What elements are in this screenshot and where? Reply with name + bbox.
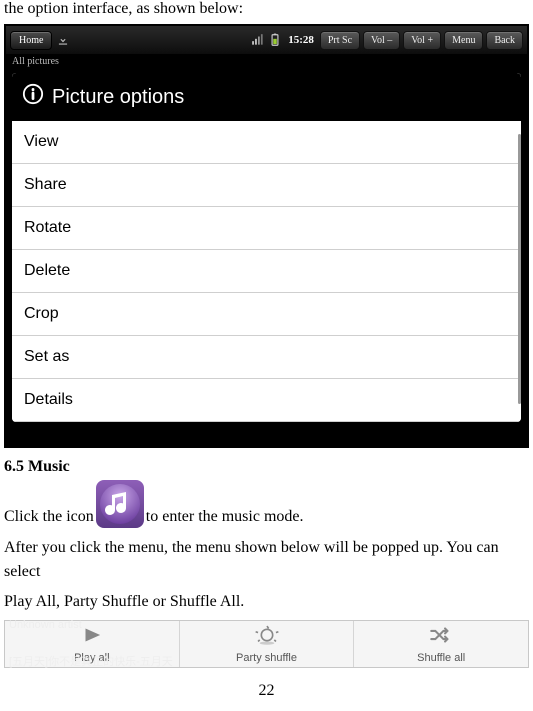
- music-app-icon: [96, 480, 144, 528]
- ghost-bg-text-bottom: [五月天]你不是真正的快乐-五月天: [9, 653, 173, 669]
- page-number: 22: [4, 682, 529, 700]
- dialog-option-list: View Share Rotate Delete Crop Set as Det…: [12, 121, 521, 422]
- music-instruction-line: Click the icon to enter the music mode.: [4, 478, 529, 530]
- gallery-subheader: All pictures: [6, 54, 527, 67]
- voldown-button[interactable]: Vol –: [363, 31, 400, 50]
- picture-options-dialog: Picture options View Share Rotate Delete…: [12, 73, 521, 422]
- prtsc-button[interactable]: Prt Sc: [320, 31, 360, 50]
- party-shuffle-icon: [254, 625, 280, 650]
- option-rotate[interactable]: Rotate: [12, 207, 521, 250]
- menu-button[interactable]: Menu: [444, 31, 483, 50]
- section-heading-music: 6.5 Music: [4, 458, 529, 476]
- menu-party-shuffle-label: Party shuffle: [236, 652, 297, 664]
- music-para-2: Play All, Party Shuffle or Shuffle All.: [4, 590, 529, 614]
- dialog-title-text: Picture options: [52, 86, 184, 109]
- battery-icon: [268, 32, 282, 48]
- signal-icon: [251, 32, 265, 48]
- option-delete[interactable]: Delete: [12, 250, 521, 293]
- volup-button[interactable]: Vol +: [403, 31, 441, 50]
- clock-time: 15:28: [285, 34, 317, 46]
- ghost-bg-text-top: Unknown artist: [9, 619, 82, 631]
- option-details[interactable]: Details: [12, 379, 521, 422]
- dialog-title-bar: Picture options: [12, 73, 521, 121]
- option-set-as[interactable]: Set as: [12, 336, 521, 379]
- music-text-before: Click the icon: [4, 508, 94, 530]
- scrollbar[interactable]: [518, 134, 521, 404]
- music-text-after: to enter the music mode.: [146, 508, 304, 530]
- intro-text: the option interface, as shown below:: [4, 0, 529, 18]
- menu-shuffle-all[interactable]: Shuffle all: [354, 621, 528, 667]
- download-icon: [56, 32, 70, 48]
- status-bar: Home 15:28 Prt Sc Vol – Vol + Menu Back: [6, 26, 527, 54]
- menu-shuffle-all-label: Shuffle all: [417, 652, 465, 664]
- menu-party-shuffle[interactable]: Party shuffle: [180, 621, 355, 667]
- shuffle-icon: [428, 625, 454, 650]
- music-para-1: After you click the menu, the menu shown…: [4, 536, 529, 584]
- music-menu-screenshot: Unknown artist [五月天]你不是真正的快乐-五月天 Play al…: [4, 620, 529, 668]
- option-view[interactable]: View: [12, 121, 521, 164]
- play-icon: [79, 625, 105, 650]
- info-icon: [22, 83, 44, 111]
- option-share[interactable]: Share: [12, 164, 521, 207]
- home-button[interactable]: Home: [10, 31, 52, 50]
- option-crop[interactable]: Crop: [12, 293, 521, 336]
- back-button[interactable]: Back: [486, 31, 523, 50]
- screenshot-frame: Home 15:28 Prt Sc Vol – Vol + Menu Back: [4, 24, 529, 448]
